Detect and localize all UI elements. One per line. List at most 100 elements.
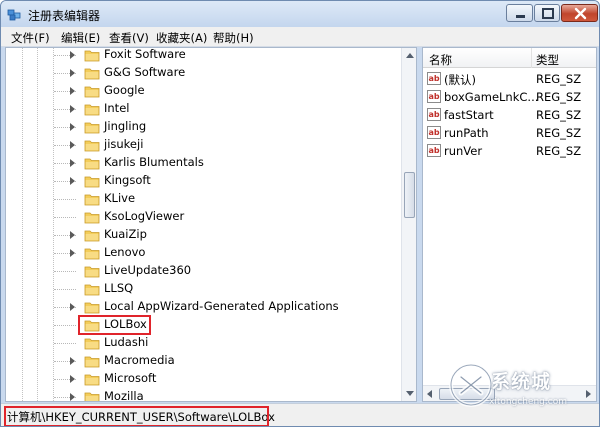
close-button[interactable] [561,4,598,22]
value-type: REG_SZ [536,108,582,122]
tree-vertical-scrollbar[interactable] [401,48,416,401]
menu-help[interactable]: 帮助(H) [213,30,254,46]
tree-item[interactable]: jisukeji [6,136,400,154]
tree-scroll-thumb[interactable] [404,172,415,218]
tree-connector [54,343,76,344]
value-type: REG_SZ [536,126,582,140]
menu-bar: 文件(F) 编辑(E) 查看(V) 收藏夹(A) 帮助(H) [1,27,599,47]
tree-item[interactable]: LOLBox [6,316,400,334]
tree-connector [54,289,76,290]
status-path-highlight [4,406,269,426]
expand-arrow-icon[interactable] [70,123,75,131]
expand-arrow-icon[interactable] [70,375,75,383]
menu-edit[interactable]: 编辑(E) [61,30,100,46]
expand-arrow-icon[interactable] [70,231,75,239]
expand-arrow-icon[interactable] [70,357,75,365]
value-name: fastStart [444,108,494,122]
key-tree-pane[interactable]: Foxit Software G&G Software Google Intel Jin… [5,47,417,402]
expand-arrow-icon[interactable] [70,177,75,185]
scroll-left-icon[interactable] [427,390,432,398]
maximize-button[interactable] [534,4,560,22]
tree-item[interactable]: Intel [6,100,400,118]
menu-view[interactable]: 查看(V) [109,30,149,46]
string-value-icon: ab [427,144,441,157]
tree-item[interactable]: Google [6,82,400,100]
expand-arrow-icon[interactable] [70,87,75,95]
menu-favorites[interactable]: 收藏夹(A) [156,30,207,46]
tree-item[interactable]: Microsoft [6,370,400,388]
value-type: REG_SZ [536,144,582,158]
tree-item[interactable]: KsoLogViewer [6,208,400,226]
tree-item-label: Mozilla [104,389,144,402]
tree-item-label: Kingsoft [104,173,151,187]
tree-item[interactable]: Foxit Software [6,47,400,64]
column-header-type[interactable]: 类型 [536,52,559,68]
value-row[interactable]: ab boxGameLnkC... REG_SZ [423,88,596,106]
expand-arrow-icon[interactable] [70,51,75,59]
expand-arrow-icon[interactable] [70,393,75,401]
tree-item[interactable]: Ludashi [6,334,400,352]
minimize-icon [516,15,525,18]
column-header-name[interactable]: 名称 [429,52,452,68]
tree-item[interactable]: Kingsoft [6,172,400,190]
tree-connector [54,217,76,218]
maximize-icon [542,8,554,19]
tree-item-label: G&G Software [104,65,186,79]
folder-icon [84,338,100,350]
folder-icon [84,68,100,80]
watermark-logo-icon [449,363,493,407]
tree-item[interactable]: Karlis Blumentals [6,154,400,172]
tree-connector [54,325,76,326]
value-row[interactable]: ab runVer REG_SZ [423,142,596,160]
tree-item-label: Google [104,83,145,97]
folder-icon [84,122,100,134]
tree-item[interactable]: G&G Software [6,64,400,82]
tree-item[interactable]: Lenovo [6,244,400,262]
tree-item[interactable]: Mozilla [6,388,400,402]
tree-item[interactable]: Macromedia [6,352,400,370]
folder-icon [84,104,100,116]
value-row[interactable]: ab fastStart REG_SZ [423,106,596,124]
value-name: runVer [444,144,483,158]
tree-item[interactable]: LiveUpdate360 [6,262,400,280]
string-value-icon: ab [427,108,441,121]
folder-icon [84,302,100,314]
folder-icon [84,194,100,206]
minimize-button[interactable] [506,4,533,22]
value-name: (默认) [444,73,476,87]
expand-arrow-icon[interactable] [70,249,75,257]
expand-arrow-icon[interactable] [70,141,75,149]
value-type: REG_SZ [536,90,582,104]
tree-item[interactable]: Jingling [6,118,400,136]
close-icon [574,7,587,20]
value-name: runPath [444,126,489,140]
tree-item-label: Local AppWizard-Generated Applications [104,299,339,313]
expand-arrow-icon[interactable] [70,303,75,311]
folder-icon [84,266,100,278]
expand-arrow-icon[interactable] [70,105,75,113]
scroll-down-icon[interactable] [406,391,414,396]
tree-item[interactable]: LLSQ [6,280,400,298]
column-divider[interactable] [531,48,532,68]
tree-item[interactable]: KuaiZip [6,226,400,244]
tree-item[interactable]: KLive [6,190,400,208]
scroll-up-icon[interactable] [406,53,414,58]
tree-item[interactable]: Local AppWizard-Generated Applications [6,298,400,316]
folder-icon [84,230,100,242]
title-bar[interactable]: 注册表编辑器 [1,1,599,27]
expand-arrow-icon[interactable] [70,69,75,77]
value-row[interactable]: ab (默认) REG_SZ [423,70,596,88]
value-row[interactable]: ab runPath REG_SZ [423,124,596,142]
folder-icon [84,248,100,260]
menu-file[interactable]: 文件(F) [11,30,50,46]
tree-connector [54,271,76,272]
watermark-text: 系统城 [491,371,552,393]
value-type: REG_SZ [536,72,582,86]
watermark-subtext: xitongcheng.com [489,397,567,407]
tree-item-label: KuaiZip [104,227,147,241]
folder-icon [84,374,100,386]
value-list-pane[interactable]: 名称 类型 ab (默认) REG_SZ ab boxGameLnkC... REG_SZ… [422,47,597,402]
expand-arrow-icon[interactable] [70,159,75,167]
folder-icon [84,284,100,296]
tree-item-label: Foxit Software [104,47,186,61]
